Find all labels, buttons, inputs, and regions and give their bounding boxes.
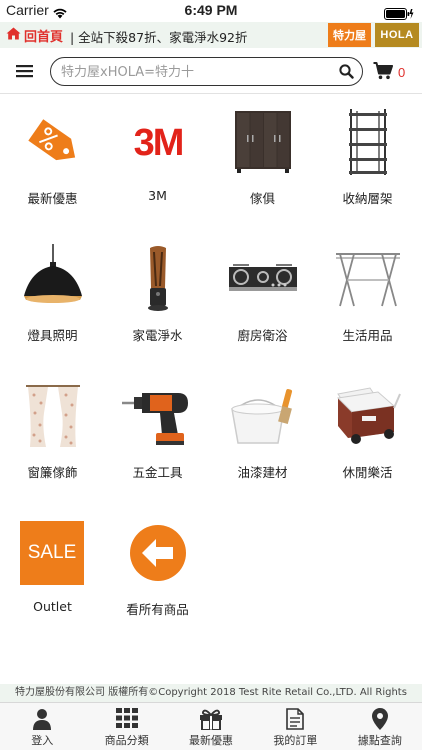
category-item[interactable]: SALE Outlet bbox=[0, 505, 105, 642]
category-label: 燈具照明 bbox=[27, 328, 78, 343]
search-icon[interactable] bbox=[339, 64, 354, 83]
category-label: Outlet bbox=[33, 599, 72, 614]
search-box[interactable] bbox=[50, 57, 363, 86]
category-item[interactable]: 生活用品 bbox=[315, 231, 420, 368]
search-header: 0 bbox=[0, 48, 422, 94]
category-item[interactable]: 油漆建材 bbox=[210, 368, 315, 505]
category-item[interactable]: 收納層架 bbox=[315, 94, 420, 231]
category-label: 3M bbox=[148, 188, 167, 203]
curtain-icon bbox=[15, 378, 90, 453]
home-link[interactable]: 回首頁 bbox=[6, 26, 64, 45]
category-item[interactable]: 休閒樂活 bbox=[315, 368, 420, 505]
gift-icon bbox=[169, 708, 253, 730]
category-label: 五金工具 bbox=[132, 465, 183, 480]
category-label: 收納層架 bbox=[342, 191, 393, 206]
search-input[interactable] bbox=[61, 61, 331, 83]
document-icon bbox=[253, 708, 337, 730]
tab-label: 最新優惠 bbox=[189, 734, 234, 747]
status-bar: Carrier 6:49 PM bbox=[0, 0, 422, 22]
cabinet-icon bbox=[225, 104, 300, 179]
bottom-tab-bar: 登入 商品分類 最新優惠 我的訂單 據點查詢 bbox=[0, 702, 422, 750]
tab-label: 商品分類 bbox=[104, 734, 149, 747]
category-item[interactable]: 燈具照明 bbox=[0, 231, 105, 368]
hamburger-menu-icon[interactable] bbox=[14, 62, 36, 80]
grid-icon bbox=[84, 708, 168, 730]
home-icon bbox=[6, 27, 24, 44]
sale-badge-icon: SALE bbox=[20, 521, 84, 585]
arrow-left-circle-icon bbox=[120, 515, 195, 590]
svg-text:3M: 3M bbox=[133, 122, 182, 162]
sale-badge-text: SALE bbox=[27, 542, 77, 563]
pendant-lamp-icon bbox=[15, 241, 90, 316]
trl-logo[interactable]: 特力屋 bbox=[328, 23, 371, 47]
category-label: 家電淨水 bbox=[132, 328, 183, 343]
home-label: 回首頁 bbox=[24, 29, 64, 45]
paint-bucket-icon bbox=[225, 378, 300, 453]
category-item[interactable]: 看所有商品 bbox=[105, 505, 210, 642]
drying-rack-icon bbox=[330, 241, 405, 316]
tab-my-orders[interactable]: 我的訂單 bbox=[253, 703, 337, 750]
tab-categories[interactable]: 商品分類 bbox=[84, 703, 168, 750]
category-item[interactable]: 家電淨水 bbox=[105, 231, 210, 368]
cart-icon[interactable] bbox=[373, 62, 393, 80]
category-label: 油漆建材 bbox=[237, 465, 288, 480]
trl-logo-text: 特力屋 bbox=[333, 29, 366, 42]
category-item[interactable]: 3M 3M bbox=[105, 94, 210, 231]
user-icon bbox=[0, 708, 84, 730]
tab-label: 據點查詢 bbox=[357, 734, 402, 747]
category-label: 休閒樂活 bbox=[342, 465, 393, 480]
hola-logo[interactable]: HOLA bbox=[375, 23, 419, 47]
cooler-box-icon bbox=[330, 378, 405, 453]
top-banner: 回首頁 | 全站下殺87折、家電淨水92折 特力屋 HOLA bbox=[0, 22, 422, 48]
tab-label: 我的訂單 bbox=[273, 734, 318, 747]
category-item[interactable]: 廚房衛浴 bbox=[210, 231, 315, 368]
category-label: 廚房衛浴 bbox=[237, 328, 288, 343]
category-label: 最新優惠 bbox=[27, 191, 78, 206]
gas-stove-icon bbox=[225, 241, 300, 316]
category-label: 傢俱 bbox=[249, 191, 275, 206]
tab-store-locator[interactable]: 據點查詢 bbox=[338, 703, 422, 750]
category-item[interactable]: 窗簾傢飾 bbox=[0, 368, 105, 505]
category-label: 生活用品 bbox=[342, 328, 393, 343]
3m-logo-icon: 3M bbox=[120, 104, 195, 179]
tab-promotions[interactable]: 最新優惠 bbox=[169, 703, 253, 750]
tower-fan-icon bbox=[120, 241, 195, 316]
power-drill-icon bbox=[120, 378, 195, 453]
hola-logo-text: HOLA bbox=[380, 29, 414, 41]
promo-text[interactable]: | 全站下殺87折、家電淨水92折 bbox=[70, 27, 248, 46]
shelf-rack-icon bbox=[330, 104, 405, 179]
cart-count: 0 bbox=[398, 65, 406, 80]
category-item[interactable]: 五金工具 bbox=[105, 368, 210, 505]
clock: 6:49 PM bbox=[184, 2, 238, 18]
category-label: 窗簾傢飾 bbox=[27, 465, 78, 480]
location-pin-icon bbox=[338, 708, 422, 730]
category-item[interactable]: 傢俱 bbox=[210, 94, 315, 231]
category-item[interactable]: 最新優惠 bbox=[0, 94, 105, 231]
tab-login[interactable]: 登入 bbox=[0, 703, 84, 750]
copyright-footer: 特力屋股份有限公司 版權所有©Copyright 2018 Test Rite … bbox=[0, 684, 422, 702]
tab-label: 登入 bbox=[31, 734, 54, 747]
category-label: 看所有商品 bbox=[126, 602, 189, 617]
discount-tag-icon bbox=[15, 104, 90, 179]
